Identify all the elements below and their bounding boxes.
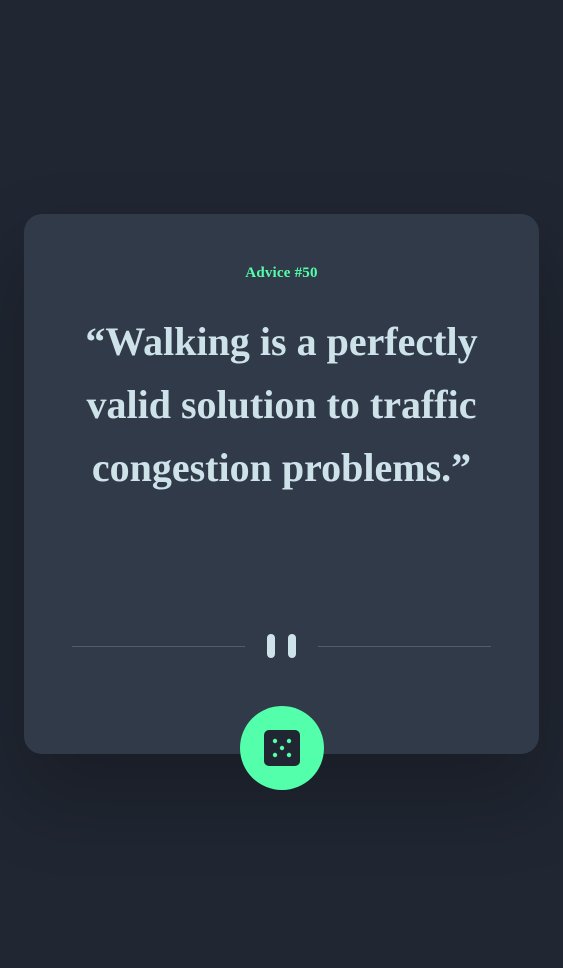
dice-icon	[264, 730, 300, 766]
generate-advice-button[interactable]	[240, 706, 324, 790]
advice-quote: “Walking is a perfectly valid solution t…	[85, 319, 478, 490]
pause-bar-left	[267, 634, 275, 658]
pattern-divider	[72, 632, 491, 658]
advice-card: Advice #50 “Walking is a perfectly valid…	[24, 214, 539, 754]
divider-line-right	[318, 646, 491, 647]
advice-number-label: Advice #50	[245, 265, 318, 281]
divider-line-left	[72, 646, 245, 647]
pause-icon	[267, 634, 297, 658]
pause-bar-right	[288, 634, 296, 658]
